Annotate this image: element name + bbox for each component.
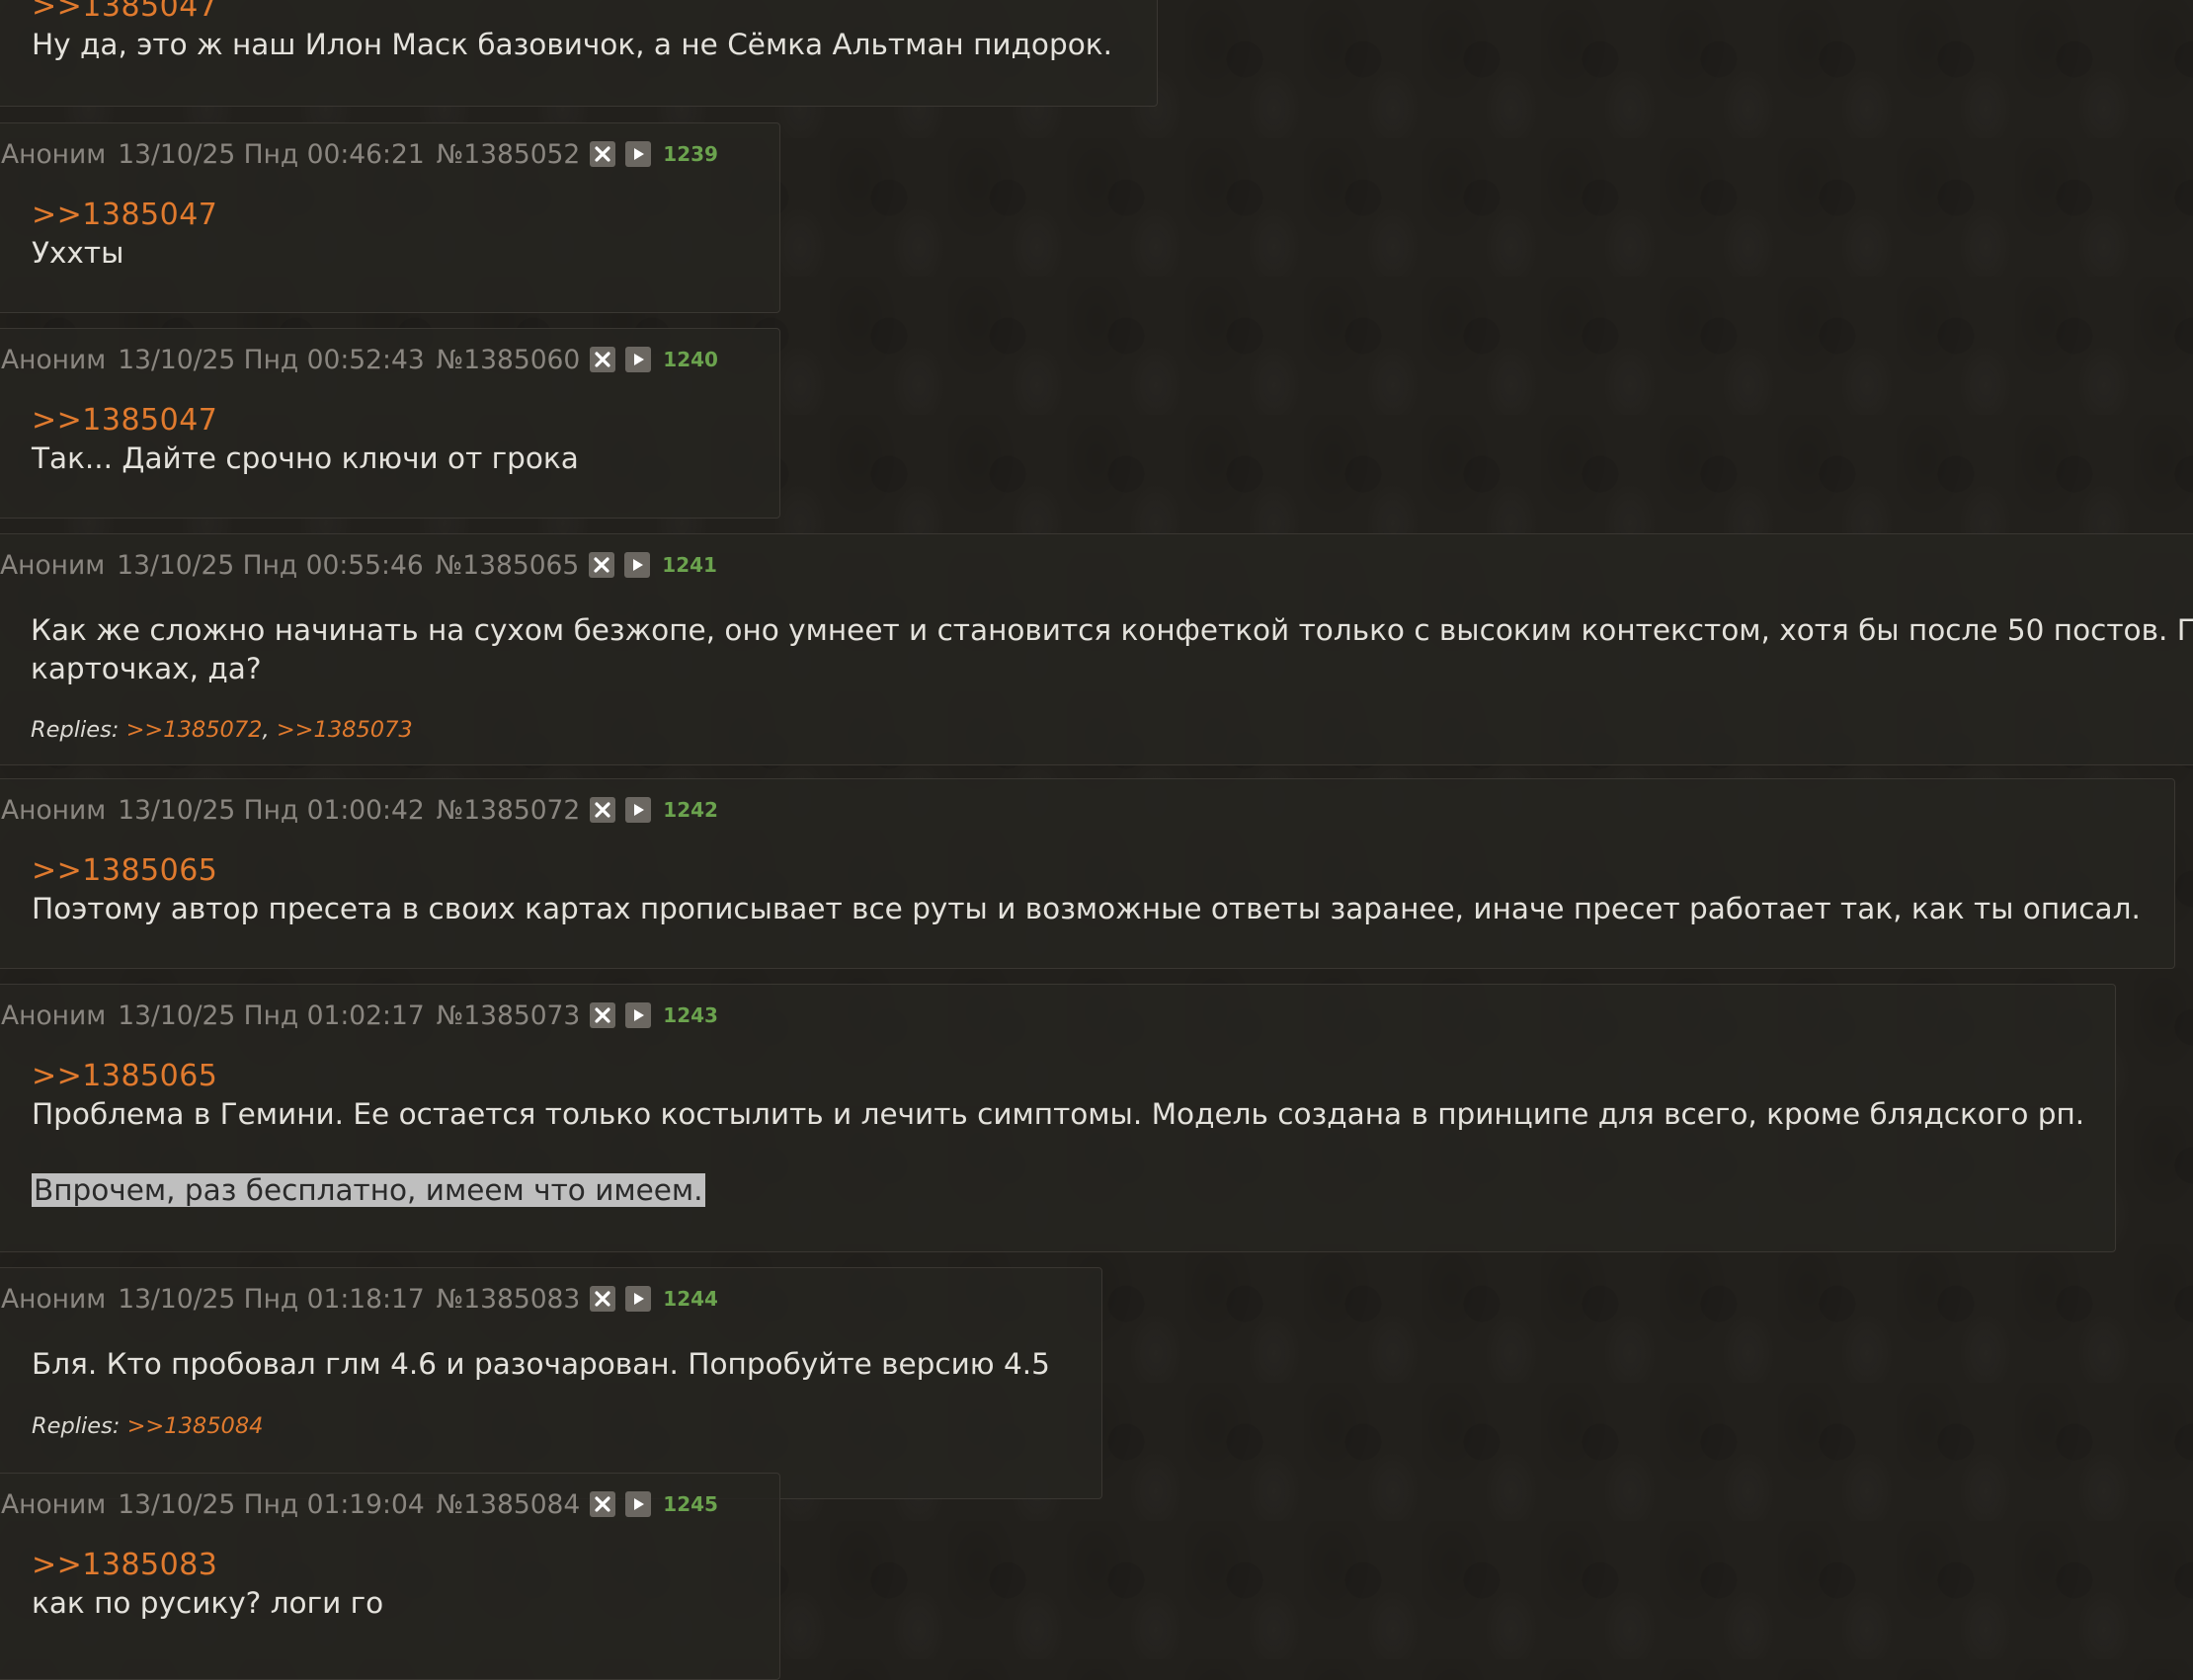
play-button[interactable] — [625, 347, 652, 372]
post-date: 13/10/25 Пнд 00:52:43 — [118, 344, 425, 375]
post: Аноним 13/10/25 Пнд 01:19:04 №1385084 12… — [0, 1473, 780, 1680]
post-text: Ну да, это ж наш Илон Маск базовичок, а … — [32, 28, 1112, 61]
post-header: Аноним 13/10/25 Пнд 01:00:42 №1385072 12… — [1, 793, 718, 827]
post-date: 13/10/25 Пнд 01:00:42 — [118, 794, 425, 826]
reply-link[interactable]: >>1385047 — [32, 196, 217, 234]
selected-text: Впрочем, раз бесплатно, имеем что имеем. — [32, 1173, 705, 1207]
reply-backlink[interactable]: >>1385073 — [277, 717, 413, 743]
hide-post-button[interactable] — [590, 141, 616, 167]
poster-name: Аноним — [0, 549, 106, 581]
hide-post-button[interactable] — [590, 1002, 616, 1028]
play-button[interactable] — [624, 552, 651, 578]
play-button[interactable] — [625, 141, 652, 167]
play-button[interactable] — [625, 1002, 652, 1028]
play-triangle-icon — [633, 559, 644, 571]
reply-backlink[interactable]: >>1385084 — [127, 1413, 264, 1439]
play-triangle-icon — [634, 1009, 645, 1021]
post-text: Проблема в Гемини. Ее остается только ко… — [32, 1097, 2085, 1131]
play-triangle-icon — [634, 354, 645, 365]
hide-post-button[interactable] — [589, 552, 615, 578]
post-text: Поэтому автор пресета в своих картах про… — [32, 892, 2141, 925]
post-date: 13/10/25 Пнд 00:55:46 — [117, 549, 424, 581]
post-text: Ухxты — [32, 236, 124, 270]
replies-label: Replies: — [31, 717, 120, 743]
post-count: 1242 — [663, 798, 718, 822]
post-number-link[interactable]: №1385052 — [437, 139, 581, 170]
post-number-link[interactable]: №1385083 — [437, 1284, 581, 1315]
poster-name: Аноним — [1, 794, 107, 826]
post-date: 13/10/25 Пнд 00:46:21 — [118, 138, 425, 170]
play-triangle-icon — [634, 804, 645, 816]
post-text: карточках, да? — [31, 652, 262, 685]
post-number-link[interactable]: №1385084 — [437, 1489, 581, 1520]
poster-name: Аноним — [1, 1488, 107, 1520]
close-x-icon — [594, 557, 609, 573]
post-date: 13/10/25 Пнд 01:18:17 — [118, 1283, 425, 1315]
post-header: Аноним 13/10/25 Пнд 00:52:43 №1385060 12… — [1, 343, 718, 376]
close-x-icon — [595, 146, 610, 162]
poster-name: Аноним — [1, 344, 107, 375]
hide-post-button[interactable] — [590, 1491, 616, 1517]
close-x-icon — [595, 1496, 610, 1512]
replies-label: Replies: — [32, 1413, 121, 1439]
post-header: Аноним 13/10/25 Пнд 00:46:21 №1385052 12… — [1, 137, 718, 171]
post: Аноним 13/10/25 Пнд 00:46:21 №1385052 12… — [0, 122, 780, 313]
post-count: 1244 — [663, 1287, 718, 1311]
post-header: Аноним 13/10/25 Пнд 01:19:04 №1385084 12… — [1, 1487, 718, 1521]
post-number-link[interactable]: №1385073 — [437, 1000, 581, 1031]
post: Аноним 13/10/25 Пнд 00:55:46 №1385065 12… — [0, 533, 2193, 765]
post-text: Так... Дайте срочно ключи от грока — [32, 441, 579, 475]
replies-list: Replies: >>1385072, >>1385073 — [31, 717, 413, 743]
post-count: 1243 — [663, 1003, 718, 1027]
post-text-selected-line: Впрочем, раз бесплатно, имеем что имеем. — [32, 1171, 2084, 1210]
post-date: 13/10/25 Пнд 01:02:17 — [118, 1000, 425, 1031]
post-header: Аноним 13/10/25 Пнд 00:55:46 №1385065 12… — [0, 548, 717, 582]
reply-link[interactable]: >>1385065 — [32, 1057, 2084, 1095]
hide-post-button[interactable] — [590, 797, 616, 823]
post-text: Бля. Кто пробовал глм 4.6 и разочарован.… — [32, 1347, 1050, 1381]
post-text: как по русику? логи го — [32, 1586, 384, 1620]
post: Аноним 13/10/25 Пнд 01:02:17 №1385073 12… — [0, 984, 2116, 1252]
close-x-icon — [595, 1007, 610, 1023]
reply-link[interactable]: >>1385083 — [32, 1546, 383, 1584]
poster-name: Аноним — [1, 138, 107, 170]
post-number-link[interactable]: №1385065 — [436, 550, 580, 581]
poster-name: Аноним — [1, 1283, 107, 1315]
post: Аноним 13/10/25 Пнд 00:52:43 №1385060 12… — [0, 328, 780, 519]
post-count: 1239 — [663, 142, 718, 166]
post: Аноним 13/10/25 Пнд 01:00:42 №1385072 12… — [0, 778, 2175, 969]
post-1385047-reply: >>1385047 Ну да, это ж наш Илон Маск баз… — [0, 0, 1158, 107]
hide-post-button[interactable] — [590, 347, 616, 372]
post-number-link[interactable]: №1385060 — [437, 345, 581, 375]
play-triangle-icon — [634, 148, 645, 160]
post-header: Аноним 13/10/25 Пнд 01:02:17 №1385073 12… — [1, 999, 718, 1032]
reply-link[interactable]: >>1385065 — [32, 851, 2141, 890]
reply-link[interactable]: >>1385047 — [32, 401, 579, 440]
post: Аноним 13/10/25 Пнд 01:18:17 №1385083 12… — [0, 1267, 1102, 1499]
hide-post-button[interactable] — [590, 1286, 616, 1312]
play-button[interactable] — [625, 1491, 652, 1517]
close-x-icon — [595, 1291, 610, 1307]
post-header: Аноним 13/10/25 Пнд 01:18:17 №1385083 12… — [1, 1282, 718, 1316]
reply-backlink[interactable]: >>1385072 — [126, 717, 263, 743]
post-number-link[interactable]: №1385072 — [437, 795, 581, 826]
close-x-icon — [595, 802, 610, 818]
play-button[interactable] — [625, 797, 652, 823]
play-button[interactable] — [625, 1286, 652, 1312]
post-text: Как же сложно начинать на сухом безжопе,… — [31, 613, 2193, 647]
post-count: 1240 — [663, 348, 718, 371]
post-count: 1241 — [662, 553, 717, 577]
poster-name: Аноним — [1, 1000, 107, 1031]
close-x-icon — [595, 352, 610, 367]
play-triangle-icon — [634, 1293, 645, 1305]
post-date: 13/10/25 Пнд 01:19:04 — [118, 1488, 425, 1520]
replies-list: Replies: >>1385084 — [32, 1413, 264, 1439]
reply-link[interactable]: >>1385047 — [32, 0, 1112, 26]
thread: >>1385047 Ну да, это ж наш Илон Маск баз… — [0, 0, 2193, 1680]
post-count: 1245 — [663, 1492, 718, 1516]
play-triangle-icon — [634, 1498, 645, 1510]
